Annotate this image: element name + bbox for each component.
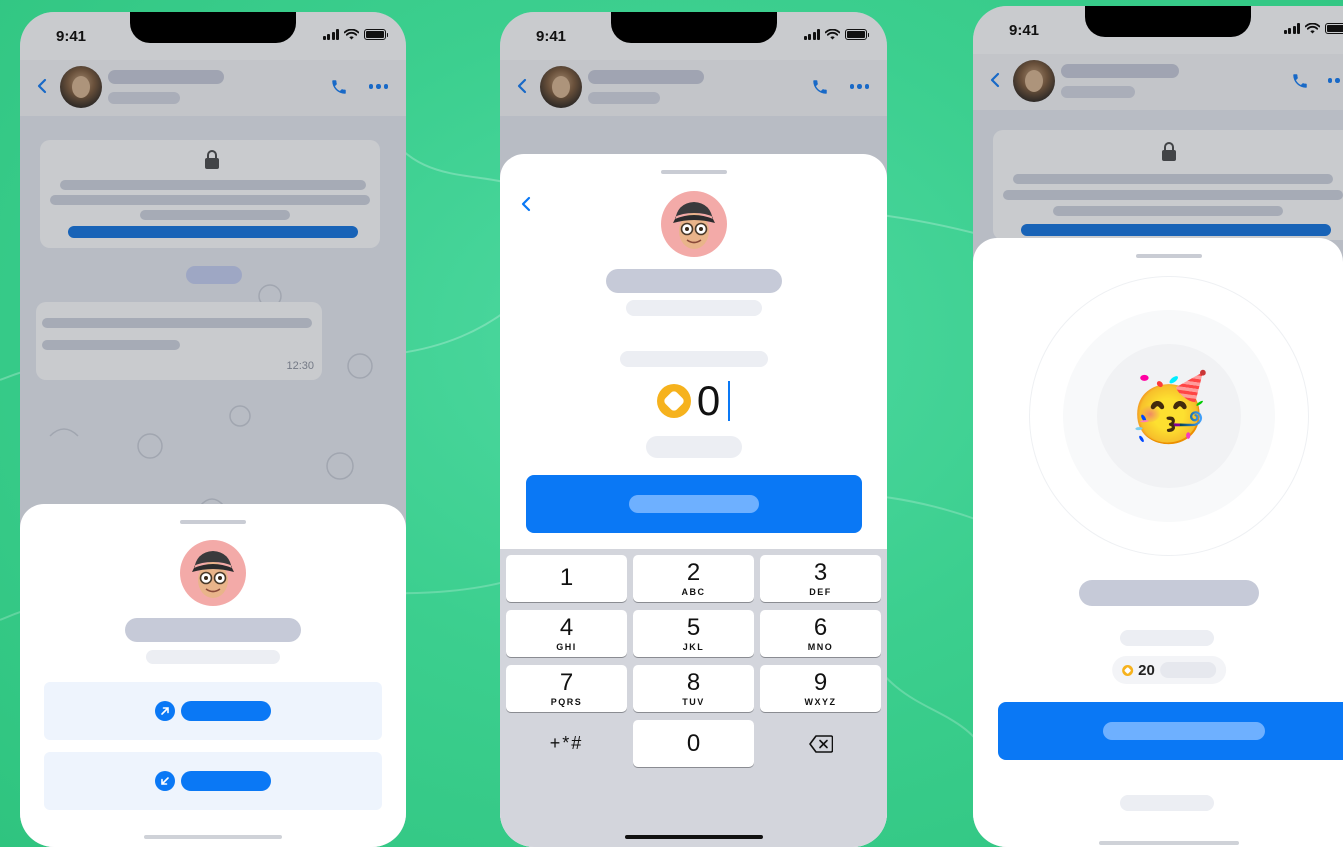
- continue-button-label-placeholder: [629, 495, 759, 513]
- arrow-down-left-icon: [155, 771, 175, 791]
- coin-icon: [1122, 664, 1134, 676]
- recipient-subtitle-placeholder: [146, 650, 280, 664]
- send-action-card[interactable]: [44, 682, 382, 740]
- recipient-avatar: [660, 191, 727, 257]
- recipient-subtitle-placeholder: [626, 300, 762, 316]
- key-symbols[interactable]: +*#: [506, 720, 627, 767]
- success-title-placeholder: [1079, 580, 1259, 606]
- memoji-icon: [672, 202, 715, 249]
- key-letters: PQRS: [550, 696, 583, 707]
- wifi-icon: [1305, 23, 1320, 34]
- key-digit: 1: [559, 563, 574, 591]
- home-indicator: [624, 835, 763, 839]
- phone-screen-success: 9:41 🥳 20: [973, 6, 1343, 847]
- key-letters: TUV: [682, 696, 705, 707]
- phone-screen-enter-amount: 9:41 0 1 2 ABC 3 DEF 4 GHI 5 JKL 6 MNO 7…: [500, 12, 887, 847]
- device-notch: [610, 12, 777, 43]
- key-digit: 4: [559, 613, 574, 641]
- status-time: 9:41: [1009, 22, 1040, 39]
- key-delete[interactable]: [760, 720, 881, 767]
- recipient-avatar: [180, 540, 246, 606]
- wifi-icon: [825, 29, 840, 40]
- status-icons: [322, 29, 388, 40]
- success-sheet: 🥳 20: [973, 238, 1343, 847]
- amount-value: 0: [696, 377, 721, 424]
- status-time: 9:41: [536, 28, 567, 45]
- signal-icon: [322, 29, 339, 40]
- secondary-link-placeholder[interactable]: [1120, 795, 1214, 811]
- arrow-up-right-icon: [155, 701, 175, 721]
- key-1[interactable]: 1: [506, 555, 627, 602]
- battery-icon: [364, 29, 388, 40]
- key-digit: 2: [686, 558, 701, 586]
- signal-icon: [1283, 23, 1300, 34]
- key-digit: 6: [813, 613, 828, 641]
- key-0[interactable]: 0: [633, 720, 754, 767]
- success-subtitle-placeholder: [1120, 630, 1214, 646]
- key-9[interactable]: 9 WXYZ: [760, 665, 881, 712]
- sheet-grabber[interactable]: [660, 170, 727, 174]
- home-indicator: [144, 835, 282, 839]
- phone-screen-choose-action: 9:41 12:30: [20, 12, 406, 847]
- key-letters: JKL: [682, 641, 705, 652]
- party-face-emoji: 🥳: [1127, 370, 1211, 444]
- conversion-hint-placeholder: [646, 436, 742, 458]
- key-letters: ABC: [681, 586, 706, 597]
- key-digit: 0: [686, 729, 701, 757]
- reward-chip: 20: [1112, 656, 1226, 684]
- key-symbols-label: +*#: [549, 733, 584, 753]
- key-letters: WXYZ: [804, 696, 837, 707]
- wifi-icon: [344, 29, 359, 40]
- key-2[interactable]: 2 ABC: [633, 555, 754, 602]
- key-digit: 9: [813, 668, 828, 696]
- text-caret: [728, 381, 731, 421]
- key-digit: 8: [686, 668, 701, 696]
- status-icons: [803, 29, 869, 40]
- balance-label-placeholder: [620, 351, 768, 367]
- key-digit: 3: [813, 558, 828, 586]
- request-action-label-placeholder: [181, 771, 271, 791]
- home-indicator: [1099, 841, 1239, 845]
- device-notch: [1085, 6, 1251, 37]
- backspace-icon: [808, 734, 833, 753]
- key-4[interactable]: 4 GHI: [506, 610, 627, 657]
- key-letters: DEF: [809, 586, 832, 597]
- key-7[interactable]: 7 PQRS: [506, 665, 627, 712]
- numeric-keypad: 1 2 ABC 3 DEF 4 GHI 5 JKL 6 MNO 7 PQRS 8 TUV 9W…: [500, 549, 887, 847]
- keypad-grid: 1 2 ABC 3 DEF 4 GHI 5 JKL 6 MNO 7 PQRS 8 TUV 9W…: [506, 555, 881, 767]
- recipient-name-placeholder: [125, 618, 301, 642]
- key-letters: GHI: [556, 641, 577, 652]
- action-sheet: [20, 504, 406, 847]
- sheet-grabber[interactable]: [180, 520, 246, 524]
- key-letters: MNO: [807, 641, 834, 652]
- status-icons: [1283, 23, 1343, 34]
- send-action-label-placeholder: [181, 701, 271, 721]
- battery-icon: [845, 29, 869, 40]
- done-button-label-placeholder: [1103, 722, 1265, 740]
- reward-label-placeholder: [1159, 662, 1216, 678]
- key-5[interactable]: 5 JKL: [633, 610, 754, 657]
- key-digit: 7: [559, 668, 574, 696]
- recipient-name-placeholder: [606, 269, 782, 293]
- back-chevron-icon[interactable]: [520, 196, 532, 212]
- request-action-card[interactable]: [44, 752, 382, 810]
- sheet-grabber[interactable]: [1136, 254, 1202, 258]
- key-3[interactable]: 3 DEF: [760, 555, 881, 602]
- coin-icon: [656, 384, 691, 418]
- device-notch: [130, 12, 296, 43]
- done-button[interactable]: [998, 702, 1343, 760]
- key-8[interactable]: 8 TUV: [633, 665, 754, 712]
- amount-input[interactable]: 0: [500, 380, 887, 422]
- key-6[interactable]: 6 MNO: [760, 610, 881, 657]
- key-digit: 5: [686, 613, 701, 641]
- status-time: 9:41: [56, 28, 87, 45]
- continue-button[interactable]: [526, 475, 862, 533]
- reward-amount: 20: [1138, 661, 1155, 679]
- memoji-icon: [192, 551, 234, 598]
- battery-icon: [1325, 23, 1343, 34]
- signal-icon: [803, 29, 820, 40]
